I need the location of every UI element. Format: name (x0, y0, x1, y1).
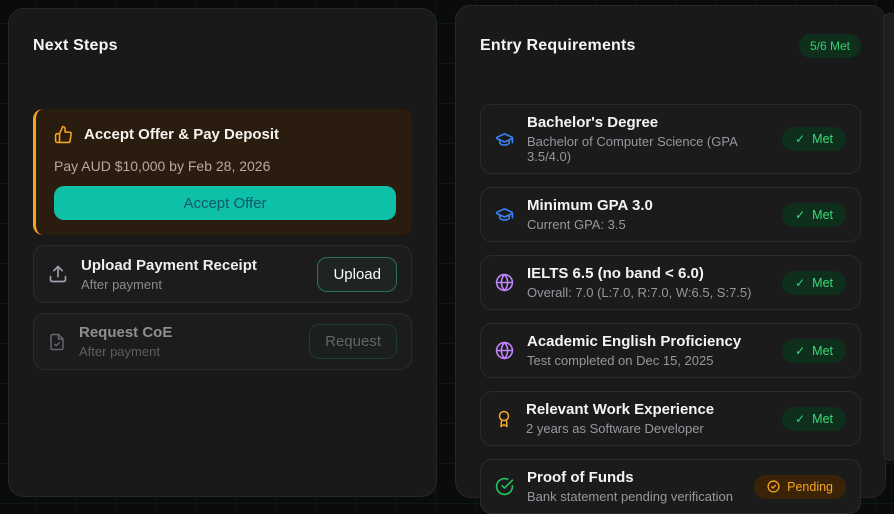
upload-icon (48, 264, 68, 284)
check-icon: ✓ (795, 343, 806, 358)
accept-offer-card: Accept Offer & Pay Deposit Pay AUD $10,0… (33, 109, 412, 235)
status-badge-met: ✓ Met (782, 127, 846, 151)
requirement-title: Academic English Proficiency (527, 333, 742, 350)
entry-requirements-title: Entry Requirements (480, 37, 636, 54)
check-icon: ✓ (795, 275, 806, 290)
requirement-row-work-experience: Relevant Work Experience 2 years as Soft… (480, 391, 861, 446)
graduation-cap-icon (495, 130, 514, 149)
check-icon: ✓ (795, 411, 806, 426)
file-check-icon (48, 333, 66, 351)
accept-offer-deadline: Pay AUD $10,000 by Feb 28, 2026 (54, 158, 271, 174)
requirement-row-bachelors-degree: Bachelor's Degree Bachelor of Computer S… (480, 104, 861, 174)
graduation-cap-icon (495, 205, 514, 224)
requirement-subtitle: Overall: 7.0 (L:7.0, R:7.0, W:6.5, S:7.5… (527, 285, 752, 300)
requirement-title: Proof of Funds (527, 469, 634, 486)
upload-receipt-subtitle: After payment (81, 276, 162, 292)
upload-button[interactable]: Upload (317, 256, 397, 292)
entry-requirements-panel: Entry Requirements 5/6 Met Bachelor's De… (455, 5, 886, 514)
requirement-title: IELTS 6.5 (no band < 6.0) (527, 265, 704, 282)
next-steps-title: Next Steps (33, 37, 118, 54)
requirement-title: Minimum GPA 3.0 (527, 197, 653, 214)
requirement-subtitle: Bank statement pending verification (527, 489, 733, 504)
upload-receipt-title: Upload Payment Receipt (81, 256, 257, 274)
check-circle-icon (495, 477, 514, 496)
status-badge-met: ✓ Met (782, 202, 846, 227)
request-coe-title: Request CoE (79, 324, 173, 341)
award-icon (495, 410, 513, 428)
requirements-summary-badge: 5/6 Met (798, 34, 861, 58)
status-badge-met: ✓ Met (782, 270, 846, 295)
request-coe-subtitle: After payment (79, 344, 160, 359)
requirement-row-proof-of-funds: Proof of Funds Bank statement pending ve… (480, 459, 861, 514)
upload-receipt-row: Upload Payment Receipt After payment Upl… (33, 245, 412, 303)
next-steps-panel: Next Steps Accept Offer & Pay Deposit Pa… (8, 8, 437, 497)
clock-icon (767, 480, 780, 493)
requirement-row-english-proficiency: Academic English Proficiency Test comple… (480, 323, 861, 378)
request-coe-row: Request CoE After payment Request (33, 313, 412, 370)
thumbs-up-icon (54, 125, 73, 144)
status-badge-met: ✓ Met (782, 338, 846, 363)
requirement-subtitle: Current GPA: 3.5 (527, 217, 626, 232)
partial-panel-edge (883, 13, 894, 461)
status-badge-pending: Pending (754, 474, 846, 499)
requirement-subtitle: Test completed on Dec 15, 2025 (527, 353, 714, 368)
globe-icon (495, 273, 514, 292)
check-icon: ✓ (795, 207, 806, 222)
check-icon: ✓ (795, 132, 806, 146)
request-button[interactable]: Request (309, 324, 397, 359)
accept-offer-card-title: Accept Offer & Pay Deposit (84, 126, 280, 143)
requirement-subtitle: Bachelor of Computer Science (GPA 3.5/4.… (527, 134, 738, 164)
requirement-row-minimum-gpa: Minimum GPA 3.0 Current GPA: 3.5 ✓ Met (480, 187, 861, 242)
accept-offer-button[interactable]: Accept Offer (54, 186, 396, 220)
requirement-subtitle: 2 years as Software Developer (526, 421, 704, 436)
requirement-title: Bachelor's Degree (527, 114, 659, 131)
status-badge-met: ✓ Met (782, 406, 846, 431)
requirement-title: Relevant Work Experience (526, 401, 715, 418)
globe-icon (495, 341, 514, 360)
requirement-row-ielts: IELTS 6.5 (no band < 6.0) Overall: 7.0 (… (480, 255, 861, 310)
